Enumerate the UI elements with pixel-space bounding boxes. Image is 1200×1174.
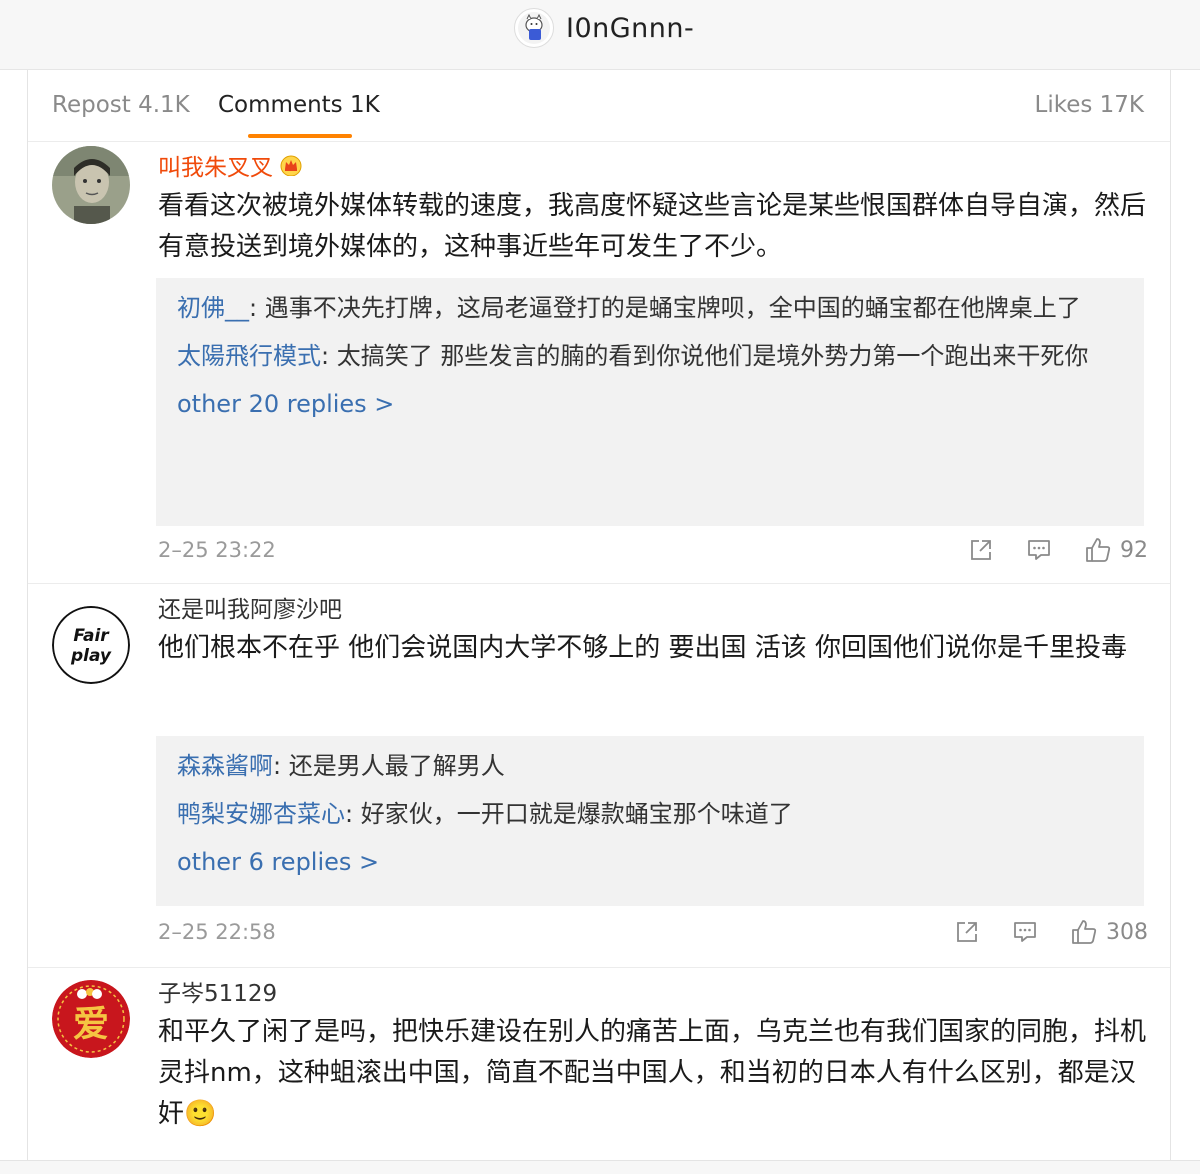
avatar-character: 爱 — [73, 1003, 109, 1045]
tab-repost[interactable]: Repost 4.1K — [52, 92, 190, 118]
username-text: 还是叫我阿廖沙吧 — [158, 597, 342, 623]
logo-text-bottom: play — [70, 646, 112, 666]
reply-box: 初佛__: 遇事不决先打牌，这局老逼登打的是蛹宝牌呗，全中国的蛹宝都在他牌桌上了… — [156, 278, 1144, 526]
comment-item: Fair play 还是叫我阿廖沙吧 他们根本不在乎 他们会说国内大学不够上的 … — [28, 584, 1170, 968]
comments-panel: Repost 4.1K Comments 1K Likes 17K 叫我朱叉叉 — [27, 70, 1171, 1174]
avatar[interactable]: 爱 — [52, 980, 130, 1058]
comment-button[interactable] — [1012, 919, 1038, 945]
active-tab-indicator — [248, 134, 352, 138]
like-button[interactable]: 308 — [1070, 918, 1148, 946]
cartoon-avatar-icon — [518, 12, 550, 44]
reply-item: 初佛__: 遇事不决先打牌，这局老逼登打的是蛹宝牌呗，全中国的蛹宝都在他牌桌上了 — [177, 288, 1122, 328]
header-user[interactable]: I0nGnnn- — [514, 6, 694, 50]
comment-username[interactable]: 还是叫我阿廖沙吧 — [158, 590, 342, 624]
comment-meta: 2–25 23:22 92 — [158, 536, 1148, 568]
reply-username[interactable]: 初佛__ — [177, 294, 249, 322]
top-bar: I0nGnnn- — [0, 0, 1200, 70]
tab-likes[interactable]: Likes 17K — [1035, 92, 1145, 118]
username-text: 叫我朱叉叉 — [158, 155, 273, 181]
reply-item: 太陽飛行模式: 太搞笑了 那些发言的腩的看到你说他们是境外势力第一个跑出来干死你 — [177, 336, 1122, 376]
like-button[interactable]: 92 — [1084, 536, 1148, 564]
tab-comments[interactable]: Comments 1K — [218, 92, 380, 118]
like-icon — [1086, 538, 1111, 562]
reply-box: 森森酱啊: 还是男人最了解男人 鸭梨安娜杏菜心: 好家伙，一开口就是爆款蛹宝那个… — [156, 736, 1144, 906]
comment-username[interactable]: 子岑51129 — [158, 974, 277, 1008]
reply-text: : 遇事不决先打牌，这局老逼登打的是蛹宝牌呗，全中国的蛹宝都在他牌桌上了 — [249, 294, 1081, 322]
comment-button[interactable] — [1026, 537, 1052, 563]
comment-timestamp: 2–25 23:22 — [158, 538, 276, 562]
bottom-toolbar — [0, 1160, 1200, 1174]
avatar[interactable] — [52, 146, 130, 224]
fair-play-logo-icon: Fair play — [52, 606, 130, 684]
repost-button[interactable] — [954, 919, 980, 945]
reply-text: : 好家伙，一开口就是爆款蛹宝那个味道了 — [345, 800, 793, 828]
reply-text: : 太搞笑了 那些发言的腩的看到你说他们是境外势力第一个跑出来干死你 — [321, 342, 1089, 370]
header-title: I0nGnnn- — [566, 12, 695, 44]
love-character-avatar-icon: 爱 — [52, 980, 130, 1058]
more-replies-link[interactable]: other 6 replies > — [177, 842, 379, 882]
repost-icon — [957, 922, 977, 942]
reply-username[interactable]: 鸭梨安娜杏菜心 — [177, 800, 345, 828]
like-icon — [1072, 920, 1097, 944]
comment-text: 和平久了闲了是吗，把快乐建设在别人的痛苦上面，乌克兰也有我们国家的同胞，抖机灵抖… — [158, 1017, 1147, 1129]
portrait-avatar-icon — [52, 146, 130, 224]
header-avatar[interactable] — [514, 8, 554, 48]
comment-text: 他们根本不在乎 他们会说国内大学不够上的 要出国 活该 你回国他们说你是千里投毒 — [158, 633, 1128, 663]
like-count: 92 — [1120, 537, 1148, 563]
comment-item: 叫我朱叉叉 看看这次被境外媒体转载的速度，我高度怀疑这些言论是某些恨国群体自导自… — [28, 142, 1170, 584]
repost-button[interactable] — [968, 537, 994, 563]
like-count: 308 — [1106, 919, 1148, 945]
comment-icon — [1014, 922, 1036, 942]
reply-username[interactable]: 森森酱啊 — [177, 752, 273, 780]
crown-icon — [280, 155, 302, 176]
more-replies-link[interactable]: other 20 replies > — [177, 384, 394, 424]
comment-icon — [1028, 540, 1050, 560]
comment-actions: 308 — [922, 918, 1148, 946]
comment-timestamp: 2–25 22:58 — [158, 920, 276, 944]
reply-item: 森森酱啊: 还是男人最了解男人 — [177, 746, 1122, 786]
comment-username[interactable]: 叫我朱叉叉 — [158, 148, 303, 182]
tab-bar: Repost 4.1K Comments 1K Likes 17K — [28, 70, 1170, 142]
comment-item: 爱 子岑51129 和平久了闲了是吗，把快乐建设在别人的痛苦上面，乌克兰也有我们… — [28, 968, 1170, 1174]
comment-text: 看看这次被境外媒体转载的速度，我高度怀疑这些言论是某些恨国群体自导自演，然后有意… — [158, 191, 1147, 262]
comment-actions: 92 — [936, 536, 1148, 564]
username-text: 子岑51129 — [158, 981, 278, 1007]
reply-item: 鸭梨安娜杏菜心: 好家伙，一开口就是爆款蛹宝那个味道了 — [177, 794, 1122, 834]
avatar[interactable]: Fair play — [52, 606, 130, 684]
reply-text: : 还是男人最了解男人 — [273, 752, 505, 780]
logo-text-top: Fair — [73, 626, 110, 646]
reply-username[interactable]: 太陽飛行模式 — [177, 342, 321, 370]
repost-icon — [971, 540, 991, 560]
comment-meta: 2–25 22:58 308 — [158, 918, 1148, 950]
